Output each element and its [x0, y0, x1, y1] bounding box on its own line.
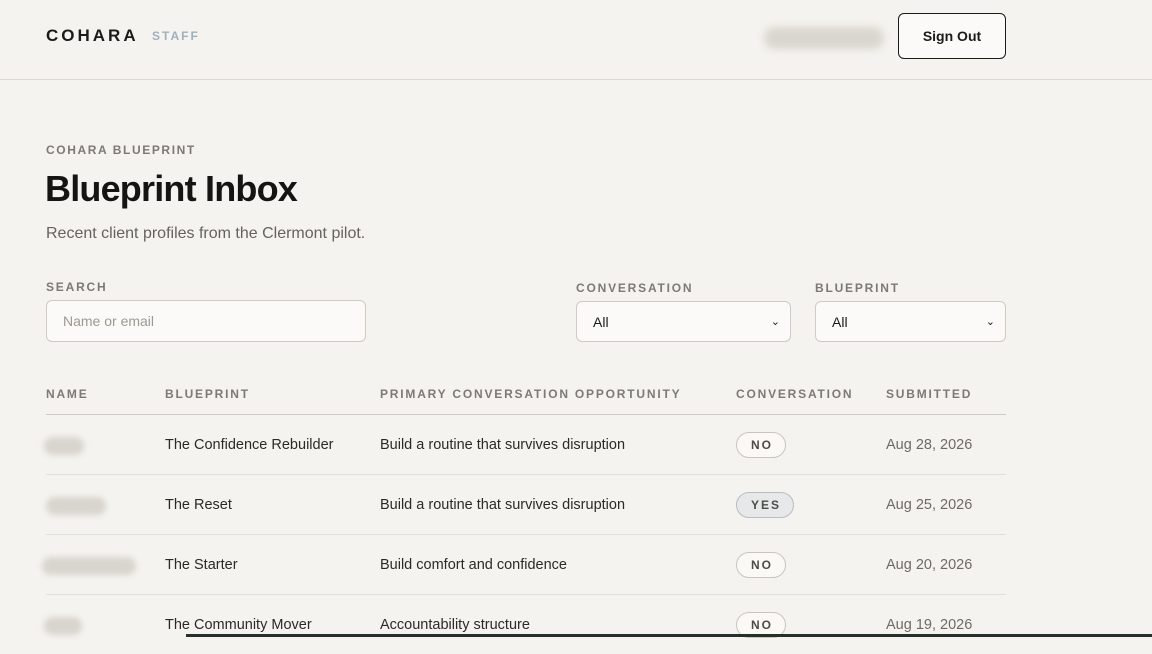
brand-logo[interactable]: COHARA — [46, 26, 139, 46]
row-submitted-date: Aug 20, 2026 — [886, 557, 973, 573]
row-blueprint: The Reset — [165, 497, 232, 513]
row-opportunity: Build a routine that survives disruption — [380, 437, 626, 453]
sign-out-button[interactable]: Sign Out — [898, 13, 1006, 59]
client-name-redacted — [42, 557, 136, 575]
conversation-status-badge: YES — [736, 492, 795, 518]
client-name-redacted — [44, 617, 82, 635]
blueprint-filter-select[interactable]: All ⌄ — [815, 301, 1006, 342]
conversation-filter-label: CONVERSATION — [576, 281, 694, 295]
conversation-filter-select[interactable]: All ⌄ — [576, 301, 791, 342]
row-blueprint: The Community Mover — [165, 617, 312, 633]
user-email-redacted — [764, 27, 884, 49]
blueprint-filter-label: BLUEPRINT — [815, 281, 900, 295]
row-opportunity: Build a routine that survives disruption — [380, 497, 626, 513]
row-submitted-date: Aug 19, 2026 — [886, 617, 973, 633]
table-row[interactable]: The Reset Build a routine that survives … — [46, 474, 1006, 534]
conversation-status-badge: NO — [736, 432, 786, 458]
client-name-redacted — [44, 437, 84, 455]
column-header-blueprint: BLUEPRINT — [165, 387, 250, 401]
conversation-filter-value: All — [593, 313, 609, 330]
row-submitted-date: Aug 28, 2026 — [886, 437, 973, 453]
page-eyebrow: COHARA BLUEPRINT — [46, 143, 196, 157]
table-row[interactable]: The Confidence Rebuilder Build a routine… — [44, 414, 1006, 474]
row-blueprint: The Confidence Rebuilder — [165, 437, 334, 453]
column-header-conversation: CONVERSATION — [736, 387, 854, 401]
client-name-redacted — [46, 497, 106, 515]
page-title: Blueprint Inbox — [45, 168, 298, 209]
page-subtitle: Recent client profiles from the Clermont… — [46, 225, 366, 242]
search-label: SEARCH — [46, 280, 108, 294]
column-header-name: NAME — [46, 387, 89, 401]
column-header-submitted: SUBMITTED — [886, 387, 973, 401]
search-input[interactable] — [46, 300, 366, 342]
row-opportunity: Build comfort and confidence — [380, 557, 567, 573]
table-row[interactable]: The Community Mover Accountability struc… — [44, 594, 1006, 654]
table-row[interactable]: The Starter Build comfort and confidence… — [42, 534, 1006, 594]
column-header-opportunity: PRIMARY CONVERSATION OPPORTUNITY — [380, 387, 682, 401]
brand-sub-label: STAFF — [152, 29, 200, 43]
top-bar: COHARA STAFF Sign Out — [0, 0, 1152, 80]
row-submitted-date: Aug 25, 2026 — [886, 497, 973, 513]
chevron-down-icon: ⌄ — [770, 316, 780, 328]
conversation-status-badge: NO — [736, 552, 786, 578]
row-opportunity: Accountability structure — [380, 617, 530, 633]
blueprint-filter-value: All — [832, 313, 848, 330]
chevron-down-icon: ⌄ — [985, 316, 995, 328]
row-blueprint: The Starter — [165, 557, 238, 573]
